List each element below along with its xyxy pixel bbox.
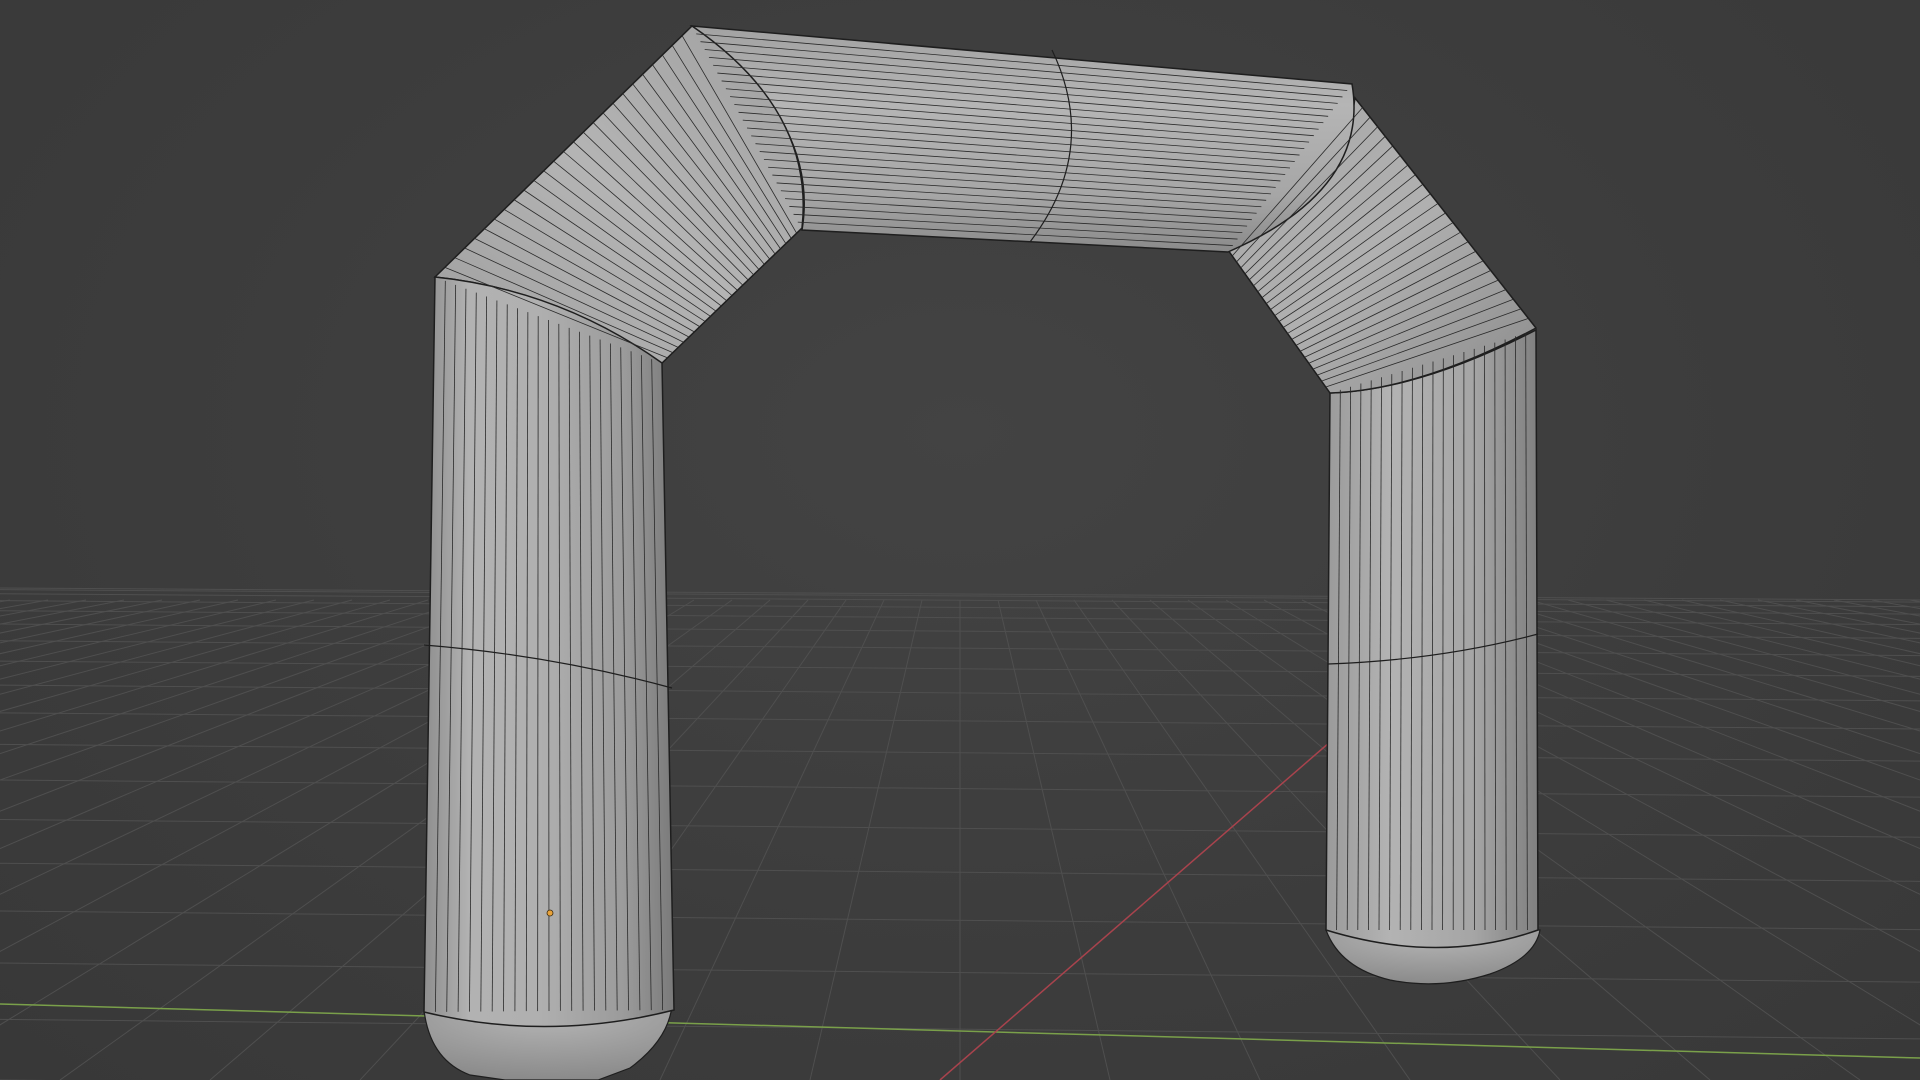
right-leg-edge [1484, 345, 1486, 931]
grid-line [1035, 599, 1261, 1080]
grid-line [0, 599, 353, 695]
grid-line [0, 599, 87, 617]
left-leg-edge [548, 319, 550, 1012]
object-origin-dot[interactable] [546, 909, 554, 917]
grid-line [1491, 599, 1920, 732]
grid-line [0, 599, 391, 712]
grid-line [0, 599, 49, 610]
grid-line [1605, 599, 1920, 680]
grid-line [0, 599, 11, 603]
viewport-canvas[interactable] [0, 0, 1920, 1080]
grid-line [0, 599, 429, 732]
grid-line [809, 599, 923, 1080]
left-leg-edge [537, 316, 539, 1012]
grid-line [1567, 599, 1920, 695]
grid-line [0, 587, 1920, 601]
floor-grid [0, 587, 1920, 1080]
grid-line [1871, 599, 1920, 610]
3d-viewport[interactable] [0, 0, 1920, 1080]
grid-line [997, 599, 1111, 1080]
grid-line [1833, 599, 1920, 617]
grid-line [1909, 599, 1920, 603]
x-axis-line [939, 741, 1331, 1080]
arch-mesh[interactable] [423, 25, 1541, 1080]
grid-line [1681, 599, 1920, 655]
grid-line [659, 599, 885, 1080]
grid-line [0, 599, 125, 625]
grid-line [1529, 599, 1920, 712]
grid-line [1795, 599, 1920, 625]
